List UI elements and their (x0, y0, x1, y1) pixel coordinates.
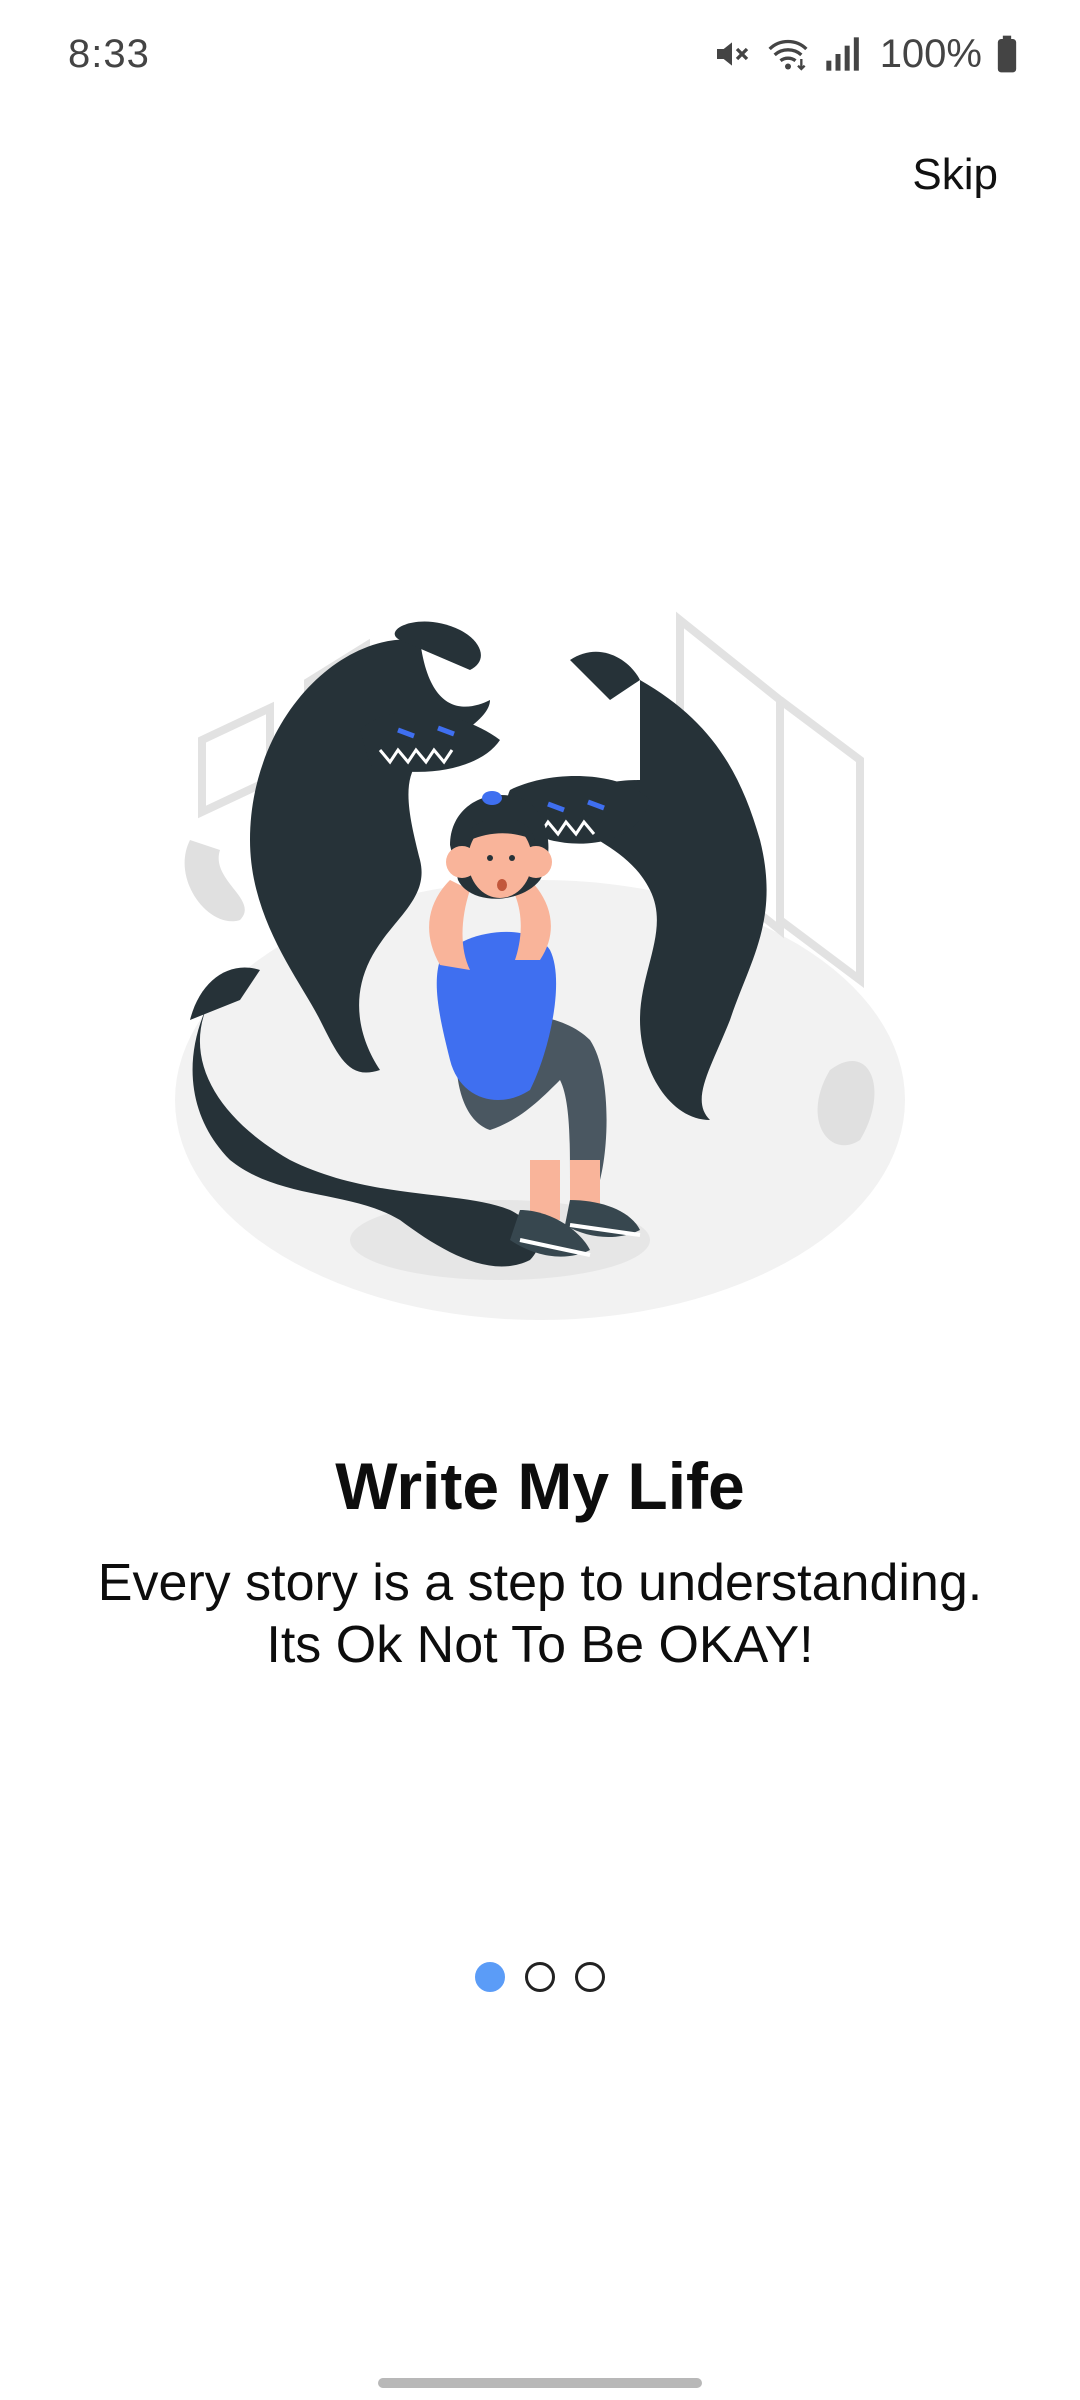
mute-icon (712, 34, 752, 74)
subtitle-line-2: Its Ok Not To Be OKAY! (266, 1616, 814, 1674)
skip-button[interactable]: Skip (912, 150, 998, 200)
subtitle-line-1: Every story is a step to understanding. (97, 1554, 983, 1612)
status-time: 8:33 (68, 32, 150, 76)
anxiety-illustration (170, 600, 910, 1340)
battery-percent: 100% (879, 31, 982, 76)
onboarding-title: Write My Life (335, 1449, 745, 1523)
page-indicator (0, 1962, 1080, 1992)
page-dot-2[interactable] (525, 1962, 555, 1992)
battery-icon (996, 34, 1018, 74)
home-indicator[interactable] (378, 2378, 702, 2388)
status-bar: 8:33 100% (0, 0, 1080, 120)
page-dot-3[interactable] (575, 1962, 605, 1992)
page-dot-1[interactable] (475, 1962, 505, 1992)
status-icons: 100% (712, 30, 1018, 78)
signal-icon (824, 34, 862, 74)
wifi-icon (766, 34, 810, 74)
onboarding-subtitle: Every story is a step to understanding. … (0, 1552, 1080, 1676)
